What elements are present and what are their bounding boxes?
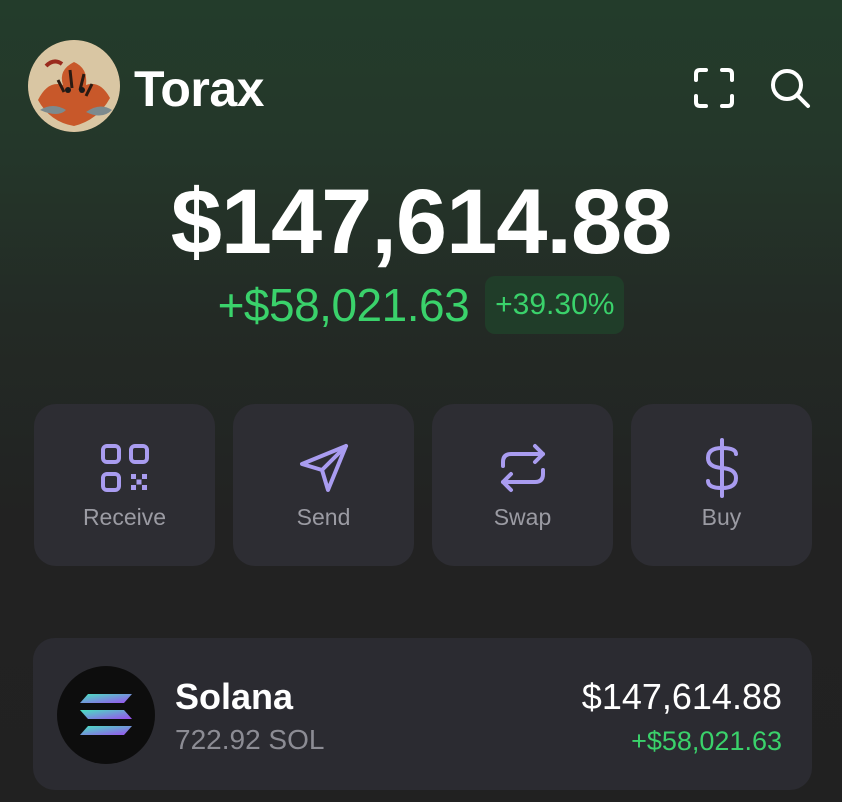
buy-button[interactable]: Buy <box>631 404 812 566</box>
token-name: Solana <box>175 676 294 717</box>
search-icon[interactable] <box>766 64 814 112</box>
scan-icon[interactable] <box>690 64 738 112</box>
swap-button[interactable]: Swap <box>432 404 613 566</box>
token-change: +$58,021.63 <box>631 726 782 756</box>
receive-label: Receive <box>82 503 167 530</box>
solana-icon <box>57 666 155 764</box>
header: Torax <box>28 40 814 132</box>
balance-change-row: +$58,021.63 +39.30% <box>0 276 842 334</box>
receive-button[interactable]: Receive <box>34 404 215 566</box>
total-balance: $147,614.88 <box>170 171 673 273</box>
token-row-solana[interactable]: Solana 722.92 SOL $147,614.88 +$58,021.6… <box>33 638 812 790</box>
change-percent-badge: +39.30% <box>485 276 625 334</box>
change-amount: +$58,021.63 <box>217 279 470 331</box>
token-value: $147,614.88 <box>581 676 782 717</box>
wallet-name[interactable]: Torax <box>134 60 264 118</box>
action-buttons: Receive Send Swap Buy <box>34 404 812 566</box>
buy-label: Buy <box>701 503 742 530</box>
send-button[interactable]: Send <box>233 404 414 566</box>
tiger-avatar[interactable] <box>28 40 120 132</box>
dollar-icon <box>694 437 750 498</box>
token-amount: 722.92 SOL <box>175 724 325 755</box>
swap-icon <box>495 440 551 496</box>
send-label: Send <box>296 503 351 530</box>
send-icon <box>296 440 352 496</box>
qr-code-icon <box>97 440 153 496</box>
swap-label: Swap <box>493 503 552 530</box>
